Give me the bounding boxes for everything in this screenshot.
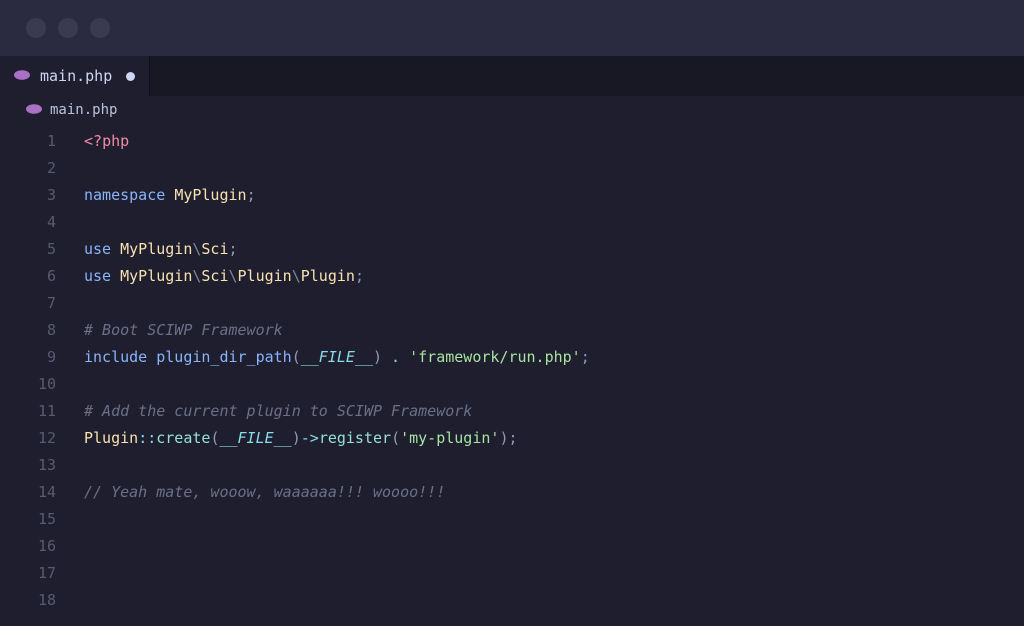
line-number: 1 [0,128,56,155]
tab-bar: main.php [0,56,1024,96]
traffic-light-close[interactable] [26,18,46,38]
code-line[interactable] [84,533,1024,560]
code-line[interactable] [84,371,1024,398]
line-number: 9 [0,344,56,371]
code-line[interactable] [84,209,1024,236]
tab-dirty-indicator [126,72,135,81]
code-line[interactable] [84,587,1024,614]
breadcrumb-item: main.php [50,102,117,118]
breadcrumb[interactable]: main.php [0,96,1024,124]
line-number: 10 [0,371,56,398]
code-line[interactable]: use MyPlugin\Sci\Plugin\Plugin; [84,263,1024,290]
traffic-light-minimize[interactable] [58,18,78,38]
code-line[interactable] [84,560,1024,587]
code-line[interactable] [84,290,1024,317]
line-number: 14 [0,479,56,506]
line-number-gutter: 123456789101112131415161718 [0,128,64,614]
line-number: 4 [0,209,56,236]
editor[interactable]: 123456789101112131415161718 <?php namesp… [0,124,1024,614]
code-line[interactable]: <?php [84,128,1024,155]
line-number: 16 [0,533,56,560]
line-number: 15 [0,506,56,533]
line-number: 8 [0,317,56,344]
window-title-bar [0,0,1024,56]
php-file-icon [14,70,30,82]
code-line[interactable] [84,506,1024,533]
php-file-icon [26,104,42,116]
line-number: 18 [0,587,56,614]
line-number: 2 [0,155,56,182]
line-number: 12 [0,425,56,452]
tab-mainphp[interactable]: main.php [0,56,150,96]
line-number: 7 [0,290,56,317]
line-number: 5 [0,236,56,263]
line-number: 3 [0,182,56,209]
line-number: 13 [0,452,56,479]
line-number: 6 [0,263,56,290]
code-line[interactable]: // Yeah mate, wooow, waaaaaa!!! woooo!!! [84,479,1024,506]
code-line[interactable]: include plugin_dir_path(__FILE__) . 'fra… [84,344,1024,371]
code-line[interactable]: Plugin::create(__FILE__)->register('my-p… [84,425,1024,452]
code-area[interactable]: <?php namespace MyPlugin; use MyPlugin\S… [64,128,1024,614]
tab-label: main.php [40,67,112,85]
line-number: 17 [0,560,56,587]
code-line[interactable]: # Add the current plugin to SCIWP Framew… [84,398,1024,425]
traffic-light-zoom[interactable] [90,18,110,38]
code-line[interactable] [84,155,1024,182]
code-line[interactable]: namespace MyPlugin; [84,182,1024,209]
code-line[interactable]: # Boot SCIWP Framework [84,317,1024,344]
code-line[interactable] [84,452,1024,479]
code-line[interactable]: use MyPlugin\Sci; [84,236,1024,263]
line-number: 11 [0,398,56,425]
